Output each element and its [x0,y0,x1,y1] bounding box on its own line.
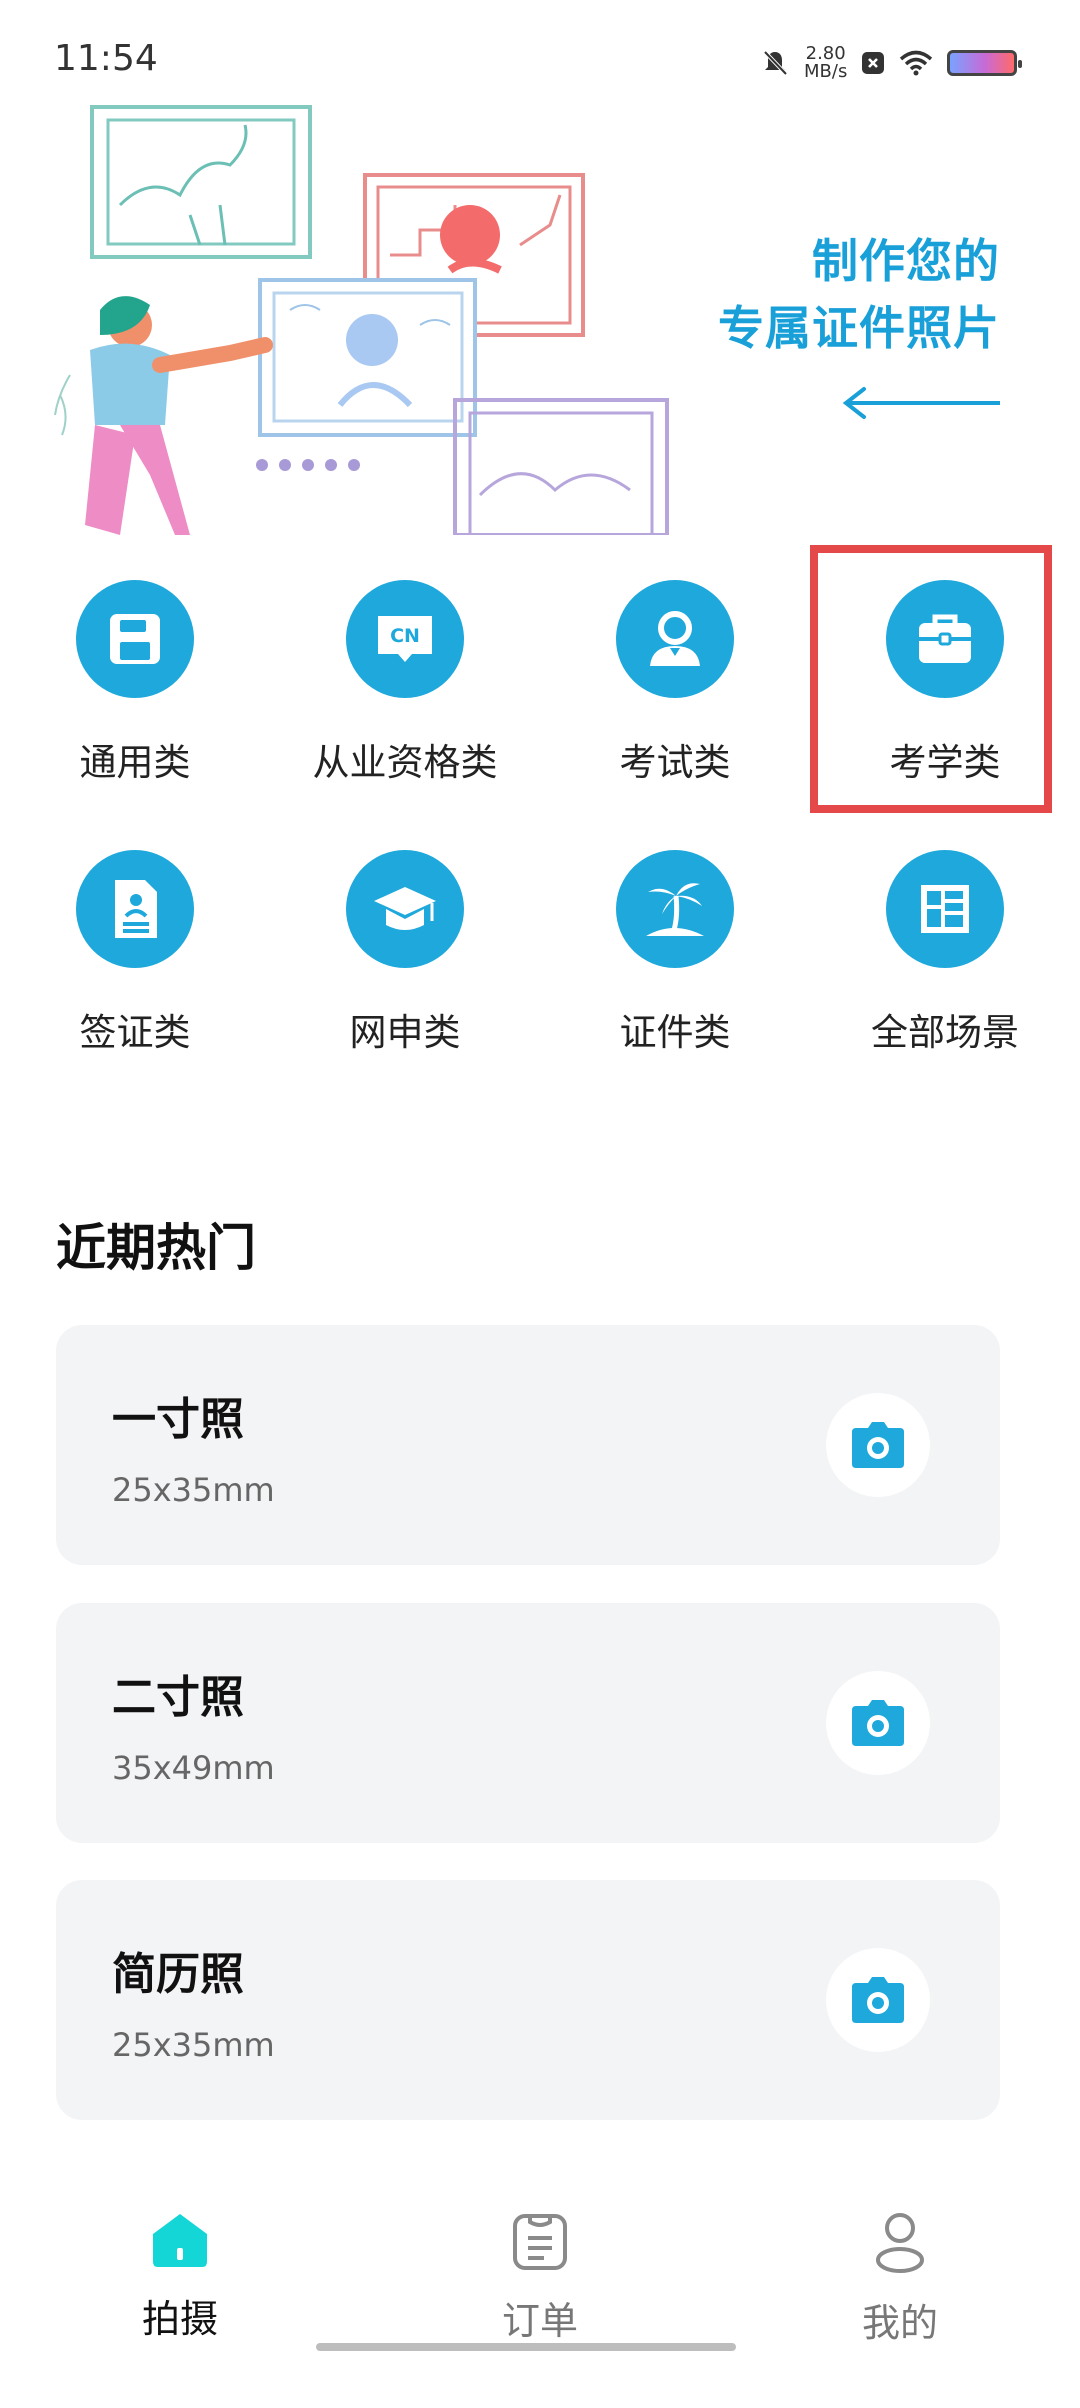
photo-type-title: 二寸照 [112,1672,244,1723]
category-professional-qualification[interactable]: CN 从业资格类 [270,580,540,820]
category-visa[interactable]: 签证类 [0,850,270,1090]
grid-layout-icon [886,850,1004,968]
wifi-icon [900,50,933,76]
home-indicator[interactable] [316,2343,736,2351]
category-label: 通用类 [79,741,191,784]
nav-item-shoot[interactable]: 拍摄 [0,2210,360,2360]
mute-bell-icon [763,50,788,76]
nav-label: 订单 [501,2299,578,2343]
palm-tree-icon [616,850,734,968]
category-label: 全部场景 [871,1011,1019,1054]
camera-button[interactable] [826,1671,930,1775]
speed-unit: MB/s [804,61,848,82]
floppy-disk-icon [76,580,194,698]
category-online-application[interactable]: 网申类 [270,850,540,1090]
photo-size: 25x35mm [112,1471,275,1509]
highlight-box [810,545,1052,813]
category-label: 从业资格类 [312,741,498,784]
home-icon [153,2214,207,2267]
person-icon [616,580,734,698]
network-speed: 2.80 MB/s [804,45,847,81]
photo-size: 35x49mm [112,1749,275,1787]
list-item-one-inch[interactable]: 一寸照 25x35mm [56,1325,1000,1565]
hero-title-line1: 制作您的 [812,234,1000,288]
hero-title-line2: 专属证件照片 [718,301,1000,355]
camera-icon [852,1977,904,2023]
nav-label: 拍摄 [141,2297,218,2341]
document-icon [76,850,194,968]
nav-item-mine[interactable]: 我的 [720,2210,1080,2360]
section-title-recent: 近期热门 [56,1219,256,1277]
user-icon [876,2213,924,2273]
camera-icon [852,1422,904,1468]
list-item-two-inch[interactable]: 二寸照 35x49mm [56,1603,1000,1843]
category-label: 考试类 [619,741,731,784]
category-label: 签证类 [79,1011,191,1054]
category-exam[interactable]: 考试类 [540,580,810,820]
cn-badge-icon: CN [346,580,464,698]
camera-button[interactable] [826,1393,930,1497]
graduation-cap-icon [346,850,464,968]
camera-button[interactable] [826,1948,930,2052]
close-box-icon [862,52,885,74]
svg-text:CN: CN [390,625,420,647]
clipboard-icon [513,2214,567,2270]
photo-size: 25x35mm [112,2026,275,2064]
photo-type-title: 简历照 [112,1949,244,2000]
photo-type-title: 一寸照 [112,1394,244,1445]
battery-icon [947,50,1023,76]
status-time: 11:54 [54,38,158,79]
list-item-resume[interactable]: 简历照 25x35mm [56,1880,1000,2120]
category-general[interactable]: 通用类 [0,580,270,820]
category-all-scenes[interactable]: 全部场景 [810,850,1080,1090]
category-label: 网申类 [349,1011,461,1054]
camera-icon [852,1700,904,1746]
category-label: 证件类 [619,1011,731,1054]
nav-item-orders[interactable]: 订单 [360,2210,720,2360]
nav-label: 我的 [861,2301,938,2345]
category-certificate[interactable]: 证件类 [540,850,810,1090]
status-icons: 2.80 MB/s [760,38,1023,88]
